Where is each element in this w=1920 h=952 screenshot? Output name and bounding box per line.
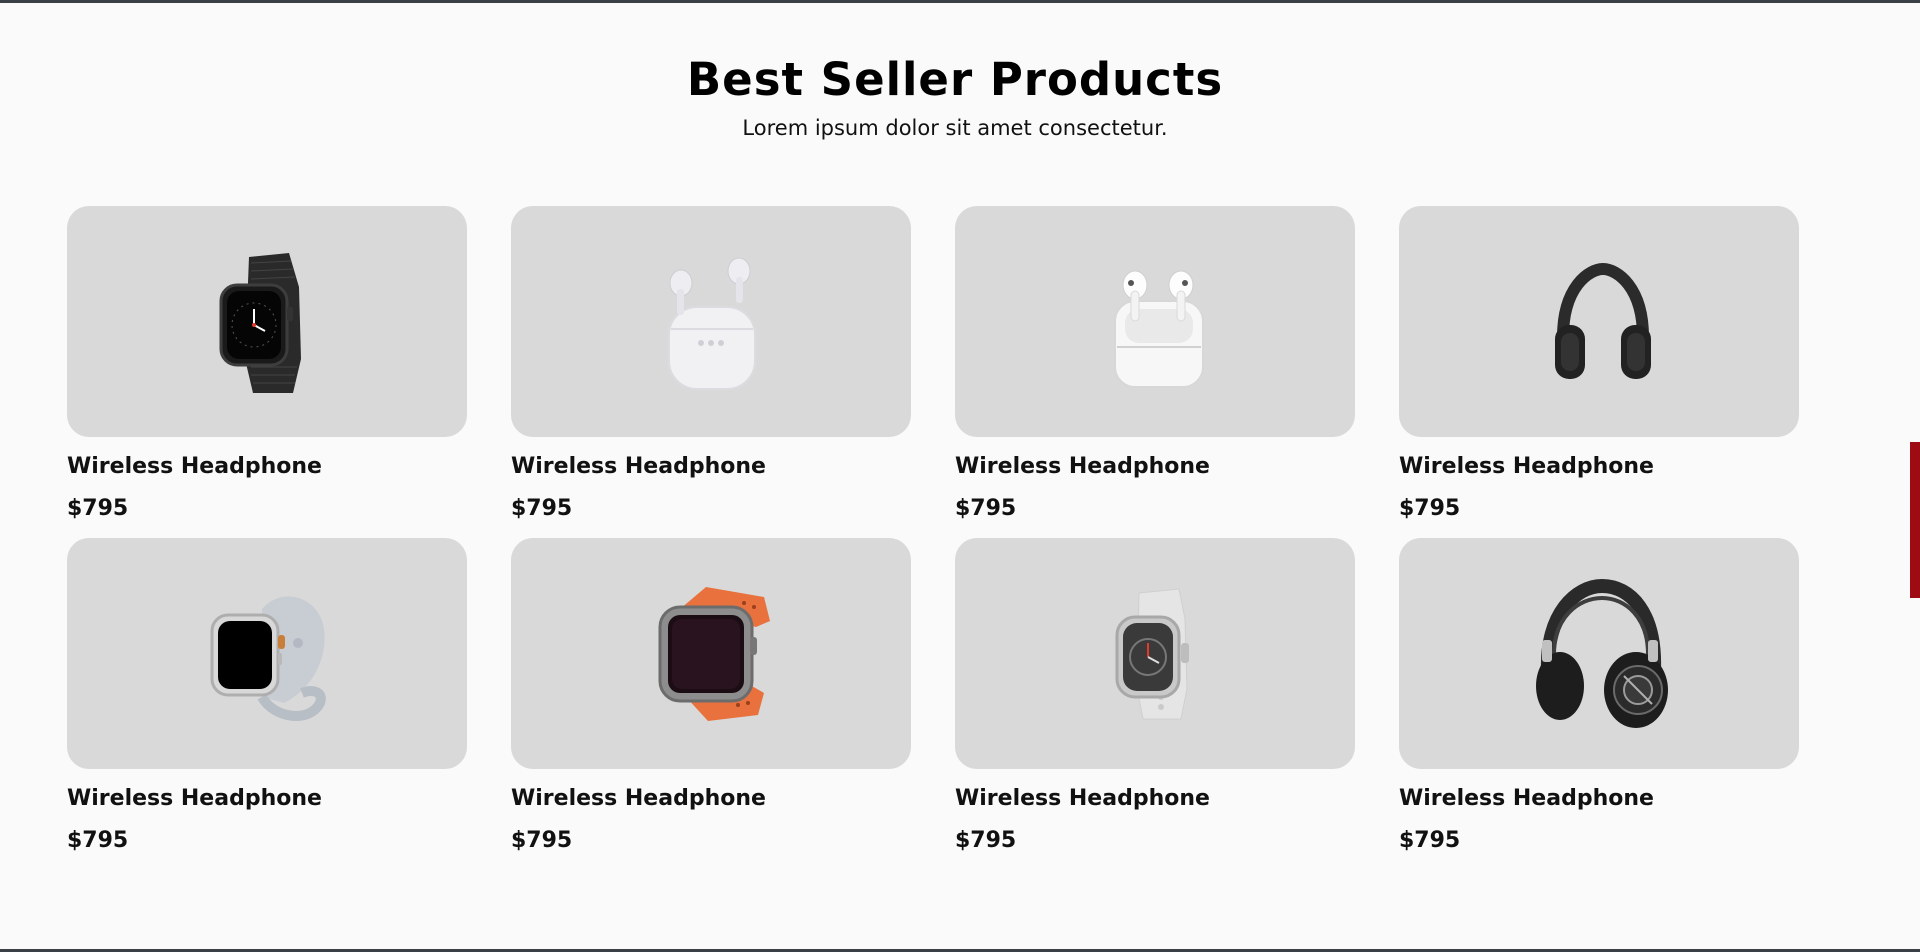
product-price: $795 — [955, 828, 1017, 853]
window-top-bar — [0, 0, 1920, 3]
black-headphones-icon — [1555, 262, 1651, 379]
white-sport-watch-icon — [1115, 587, 1189, 719]
product-card[interactable]: Wireless Headphone $795 — [511, 206, 911, 538]
product-name[interactable]: Wireless Headphone — [511, 785, 911, 813]
product-card[interactable]: Wireless Headphone $795 — [67, 206, 467, 538]
product-image-area[interactable] — [511, 538, 911, 769]
product-card[interactable]: Wireless Headphone $795 — [955, 206, 1355, 538]
black-mesh-smartwatch-icon — [219, 252, 301, 393]
orange-smartwatch-icon — [658, 586, 770, 721]
product-image-area[interactable] — [955, 206, 1355, 437]
section-subtitle: Lorem ipsum dolor sit amet consectetur. — [742, 116, 1168, 140]
product-image-area[interactable] — [955, 538, 1355, 769]
product-image-area[interactable] — [67, 206, 467, 437]
product-name[interactable]: Wireless Headphone — [955, 453, 1355, 481]
product-price: $795 — [511, 496, 573, 521]
product-price: $795 — [1399, 496, 1461, 521]
product-name[interactable]: Wireless Headphone — [1399, 785, 1799, 813]
section-title: Best Seller Products — [686, 53, 1224, 106]
product-card[interactable]: Wireless Headphone $795 — [1399, 206, 1799, 538]
product-name[interactable]: Wireless Headphone — [67, 785, 467, 813]
product-price: $795 — [67, 828, 129, 853]
product-image-area[interactable] — [511, 206, 911, 437]
product-image-area[interactable] — [67, 538, 467, 769]
product-card[interactable]: Wireless Headphone $795 — [67, 538, 467, 870]
product-price: $795 — [955, 496, 1017, 521]
product-name[interactable]: Wireless Headphone — [67, 453, 467, 481]
white-earbuds-case-icon — [668, 257, 756, 390]
section-header: Best Seller Products Lorem ipsum dolor s… — [0, 50, 1910, 142]
airpods-pro-case-icon — [1114, 270, 1204, 388]
silver-smartwatch-icon — [210, 595, 326, 721]
product-grid: Wireless Headphone $795 Wireless Headpho… — [67, 206, 1800, 870]
product-name[interactable]: Wireless Headphone — [955, 785, 1355, 813]
product-price: $795 — [1399, 828, 1461, 853]
product-name[interactable]: Wireless Headphone — [1399, 453, 1799, 481]
product-card[interactable]: Wireless Headphone $795 — [955, 538, 1355, 870]
product-image-area[interactable] — [1399, 538, 1799, 769]
product-card[interactable]: Wireless Headphone $795 — [1399, 538, 1799, 870]
product-card[interactable]: Wireless Headphone $795 — [511, 538, 911, 870]
product-price: $795 — [67, 496, 129, 521]
large-black-headphones-icon — [1536, 578, 1668, 728]
product-image-area[interactable] — [1399, 206, 1799, 437]
side-tab-button[interactable] — [1910, 442, 1920, 598]
product-name[interactable]: Wireless Headphone — [511, 453, 911, 481]
product-price: $795 — [511, 828, 573, 853]
